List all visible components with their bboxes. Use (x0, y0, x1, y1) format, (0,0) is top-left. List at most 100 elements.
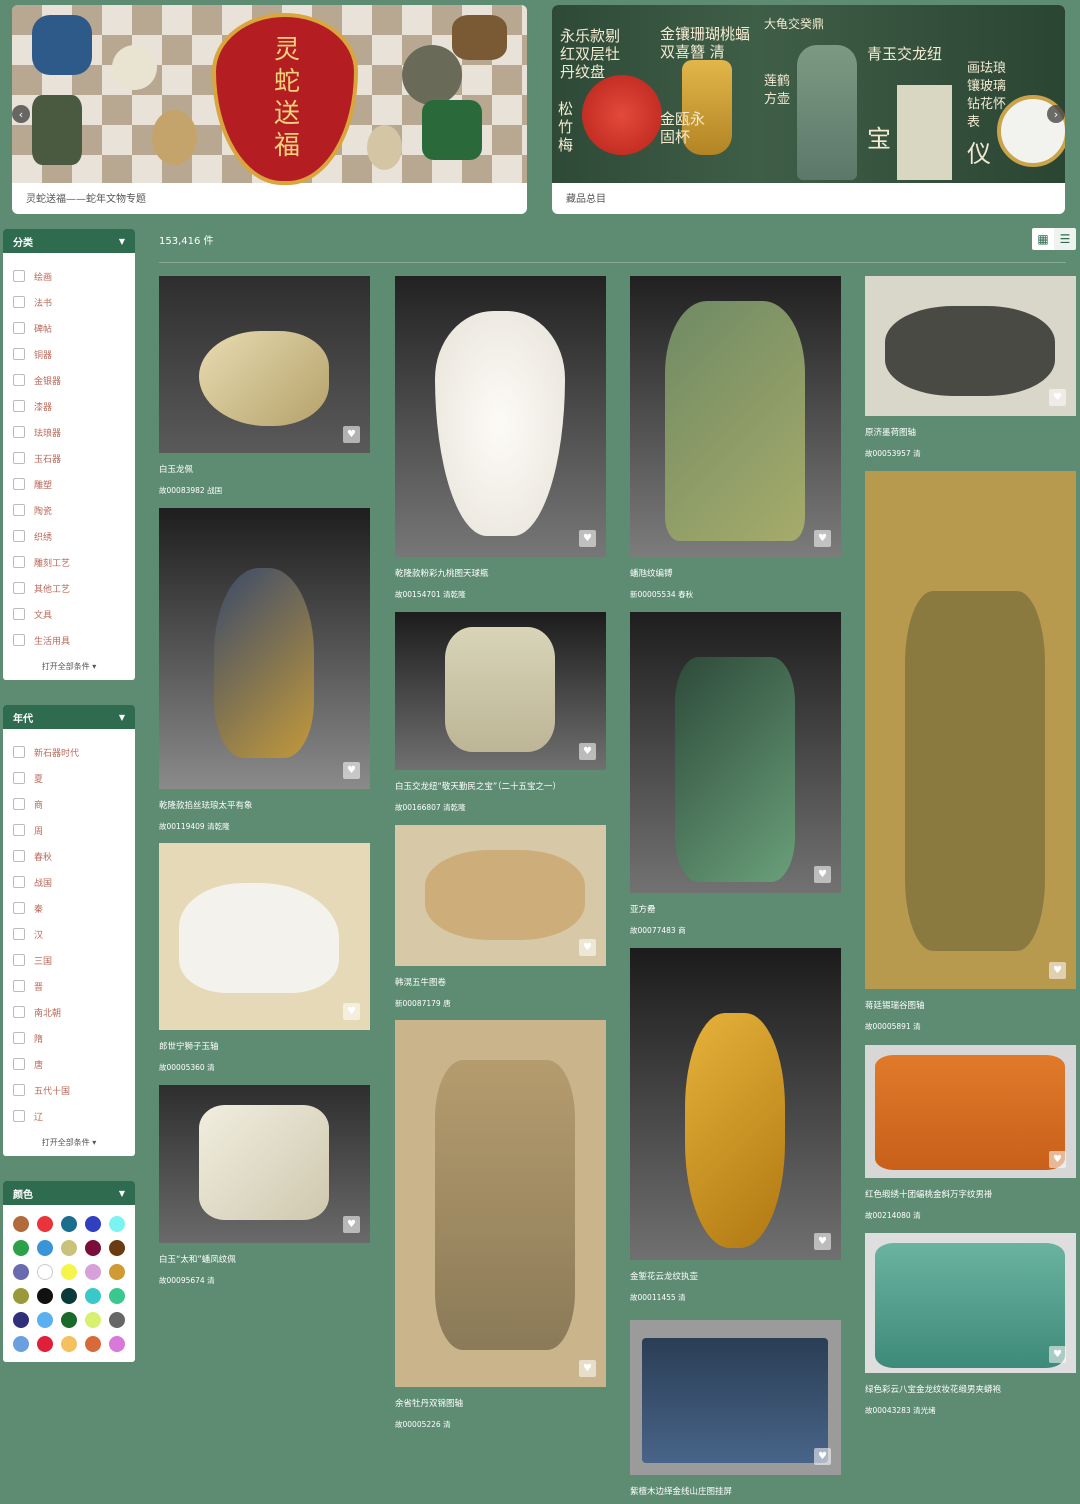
color-swatch[interactable] (61, 1336, 77, 1352)
heart-icon[interactable]: ♥ (1049, 962, 1066, 979)
color-swatch[interactable] (109, 1288, 125, 1304)
checkbox[interactable] (13, 400, 25, 412)
heart-icon[interactable]: ♥ (343, 1003, 360, 1020)
color-swatch[interactable] (61, 1288, 77, 1304)
filter-option[interactable]: 其他工艺 (3, 575, 135, 601)
artifact-card[interactable]: ♥ 白玉“太和”蟠凤纹佩 故00095674 清 (159, 1085, 370, 1286)
expand-era-button[interactable]: 打开全部条件 ▾ (3, 1129, 135, 1156)
filter-option[interactable]: 碑帖 (3, 315, 135, 341)
checkbox[interactable] (13, 270, 25, 282)
heart-icon[interactable]: ♥ (814, 866, 831, 883)
artifact-card[interactable]: ♥ 绿色彩云八宝金龙纹妆花缎男夹蟒袍 故00043283 清光绪 (865, 1233, 1076, 1416)
color-swatch[interactable] (61, 1216, 77, 1232)
filter-option[interactable]: 秦 (3, 895, 135, 921)
checkbox[interactable] (13, 582, 25, 594)
filter-option[interactable]: 晋 (3, 973, 135, 999)
filter-option[interactable]: 春秋 (3, 843, 135, 869)
checkbox[interactable] (13, 798, 25, 810)
checkbox[interactable] (13, 608, 25, 620)
artifact-title[interactable]: 红色缎绣十团蝠桃金斜万字纹男褂 (865, 1188, 1076, 1200)
artifact-card[interactable]: ♥ 原济墨荷图轴 故00053957 清 (865, 276, 1076, 459)
filter-option[interactable]: 夏 (3, 765, 135, 791)
artifact-title[interactable]: 亚𠙵方罍 (630, 903, 841, 915)
filter-option[interactable]: 玉石器 (3, 445, 135, 471)
filter-option[interactable]: 辽 (3, 1103, 135, 1129)
filter-era-header[interactable]: 年代 ▼ (3, 705, 135, 729)
artifact-image[interactable]: ♥ (395, 825, 606, 966)
artifact-image[interactable]: ♥ (159, 508, 370, 789)
filter-option[interactable]: 五代十国 (3, 1077, 135, 1103)
color-swatch[interactable] (109, 1312, 125, 1328)
filter-option[interactable]: 商 (3, 791, 135, 817)
artifact-image[interactable]: ♥ (630, 612, 841, 893)
checkbox[interactable] (13, 876, 25, 888)
color-swatch[interactable] (85, 1312, 101, 1328)
color-swatch[interactable] (109, 1216, 125, 1232)
artifact-card[interactable]: ♥ 乾隆款掐丝珐琅太平有象 故00119409 清乾隆 (159, 508, 370, 832)
color-swatch[interactable] (37, 1288, 53, 1304)
color-swatch[interactable] (85, 1288, 101, 1304)
artifact-title[interactable]: 白玉“太和”蟠凤纹佩 (159, 1253, 370, 1265)
color-swatch[interactable] (61, 1312, 77, 1328)
filter-option[interactable]: 新石器时代 (3, 739, 135, 765)
color-swatch[interactable] (109, 1336, 125, 1352)
color-swatch[interactable] (37, 1240, 53, 1256)
artifact-title[interactable]: 蒋廷锡瑞谷图轴 (865, 999, 1076, 1011)
artifact-image[interactable]: ♥ (630, 276, 841, 557)
filter-option[interactable]: 漆器 (3, 393, 135, 419)
color-swatch[interactable] (13, 1288, 29, 1304)
heart-icon[interactable]: ♥ (1049, 389, 1066, 406)
artifact-card[interactable]: ♥ 蒋廷锡瑞谷图轴 故00005891 清 (865, 471, 1076, 1032)
artifact-image[interactable]: ♥ (159, 843, 370, 1030)
filter-option[interactable]: 雕塑 (3, 471, 135, 497)
artifact-image[interactable]: ♥ (159, 1085, 370, 1243)
artifact-card[interactable]: ♥ 紫檀木边缂金线山庄图挂屏 (630, 1320, 841, 1497)
color-swatch[interactable] (37, 1216, 53, 1232)
artifact-card[interactable]: ♥ 白玉交龙纽“敬天勤民之宝”（二十五宝之一） 故00166807 清乾隆 (395, 612, 606, 813)
filter-option[interactable]: 唐 (3, 1051, 135, 1077)
color-swatch[interactable] (85, 1336, 101, 1352)
heart-icon[interactable]: ♥ (579, 939, 596, 956)
artifact-image[interactable]: ♥ (865, 1233, 1076, 1373)
color-swatch[interactable] (85, 1240, 101, 1256)
heart-icon[interactable]: ♥ (814, 1448, 831, 1465)
heart-icon[interactable]: ♥ (343, 762, 360, 779)
heart-icon[interactable]: ♥ (579, 1360, 596, 1377)
checkbox[interactable] (13, 1006, 25, 1018)
artifact-image[interactable]: ♥ (865, 1045, 1076, 1178)
artifact-title[interactable]: 蟠虺纹编镈 (630, 567, 841, 579)
heart-icon[interactable]: ♥ (343, 426, 360, 443)
artifact-image[interactable]: ♥ (865, 276, 1076, 416)
checkbox[interactable] (13, 556, 25, 568)
heart-icon[interactable]: ♥ (579, 530, 596, 547)
color-swatch[interactable] (37, 1336, 53, 1352)
filter-option[interactable]: 生活用具 (3, 627, 135, 653)
artifact-card[interactable]: ♥ 乾隆款粉彩九桃图天球瓶 故00154701 清乾隆 (395, 276, 606, 600)
checkbox[interactable] (13, 634, 25, 646)
checkbox[interactable] (13, 452, 25, 464)
heart-icon[interactable]: ♥ (343, 1216, 360, 1233)
artifact-title[interactable]: 白玉交龙纽“敬天勤民之宝”（二十五宝之一） (395, 780, 606, 792)
filter-option[interactable]: 文具 (3, 601, 135, 627)
checkbox[interactable] (13, 954, 25, 966)
filter-option[interactable]: 法书 (3, 289, 135, 315)
expand-category-button[interactable]: 打开全部条件 ▾ (3, 653, 135, 680)
color-swatch[interactable] (13, 1336, 29, 1352)
artifact-image[interactable]: ♥ (395, 612, 606, 770)
heart-icon[interactable]: ♥ (1049, 1346, 1066, 1363)
artifact-title[interactable]: 白玉龙佩 (159, 463, 370, 475)
artifact-title[interactable]: 紫檀木边缂金线山庄图挂屏 (630, 1485, 841, 1497)
checkbox[interactable] (13, 1084, 25, 1096)
list-icon[interactable]: ☰ (1054, 228, 1076, 250)
artifact-title[interactable]: 余省牡丹双锦图轴 (395, 1397, 606, 1409)
filter-option[interactable]: 隋 (3, 1025, 135, 1051)
artifact-image[interactable]: ♥ (395, 276, 606, 557)
color-swatch[interactable] (13, 1240, 29, 1256)
checkbox[interactable] (13, 296, 25, 308)
artifact-image[interactable]: ♥ (159, 276, 370, 453)
color-swatch[interactable] (13, 1312, 29, 1328)
checkbox[interactable] (13, 772, 25, 784)
checkbox[interactable] (13, 348, 25, 360)
filter-option[interactable]: 战国 (3, 869, 135, 895)
color-swatch[interactable] (61, 1240, 77, 1256)
